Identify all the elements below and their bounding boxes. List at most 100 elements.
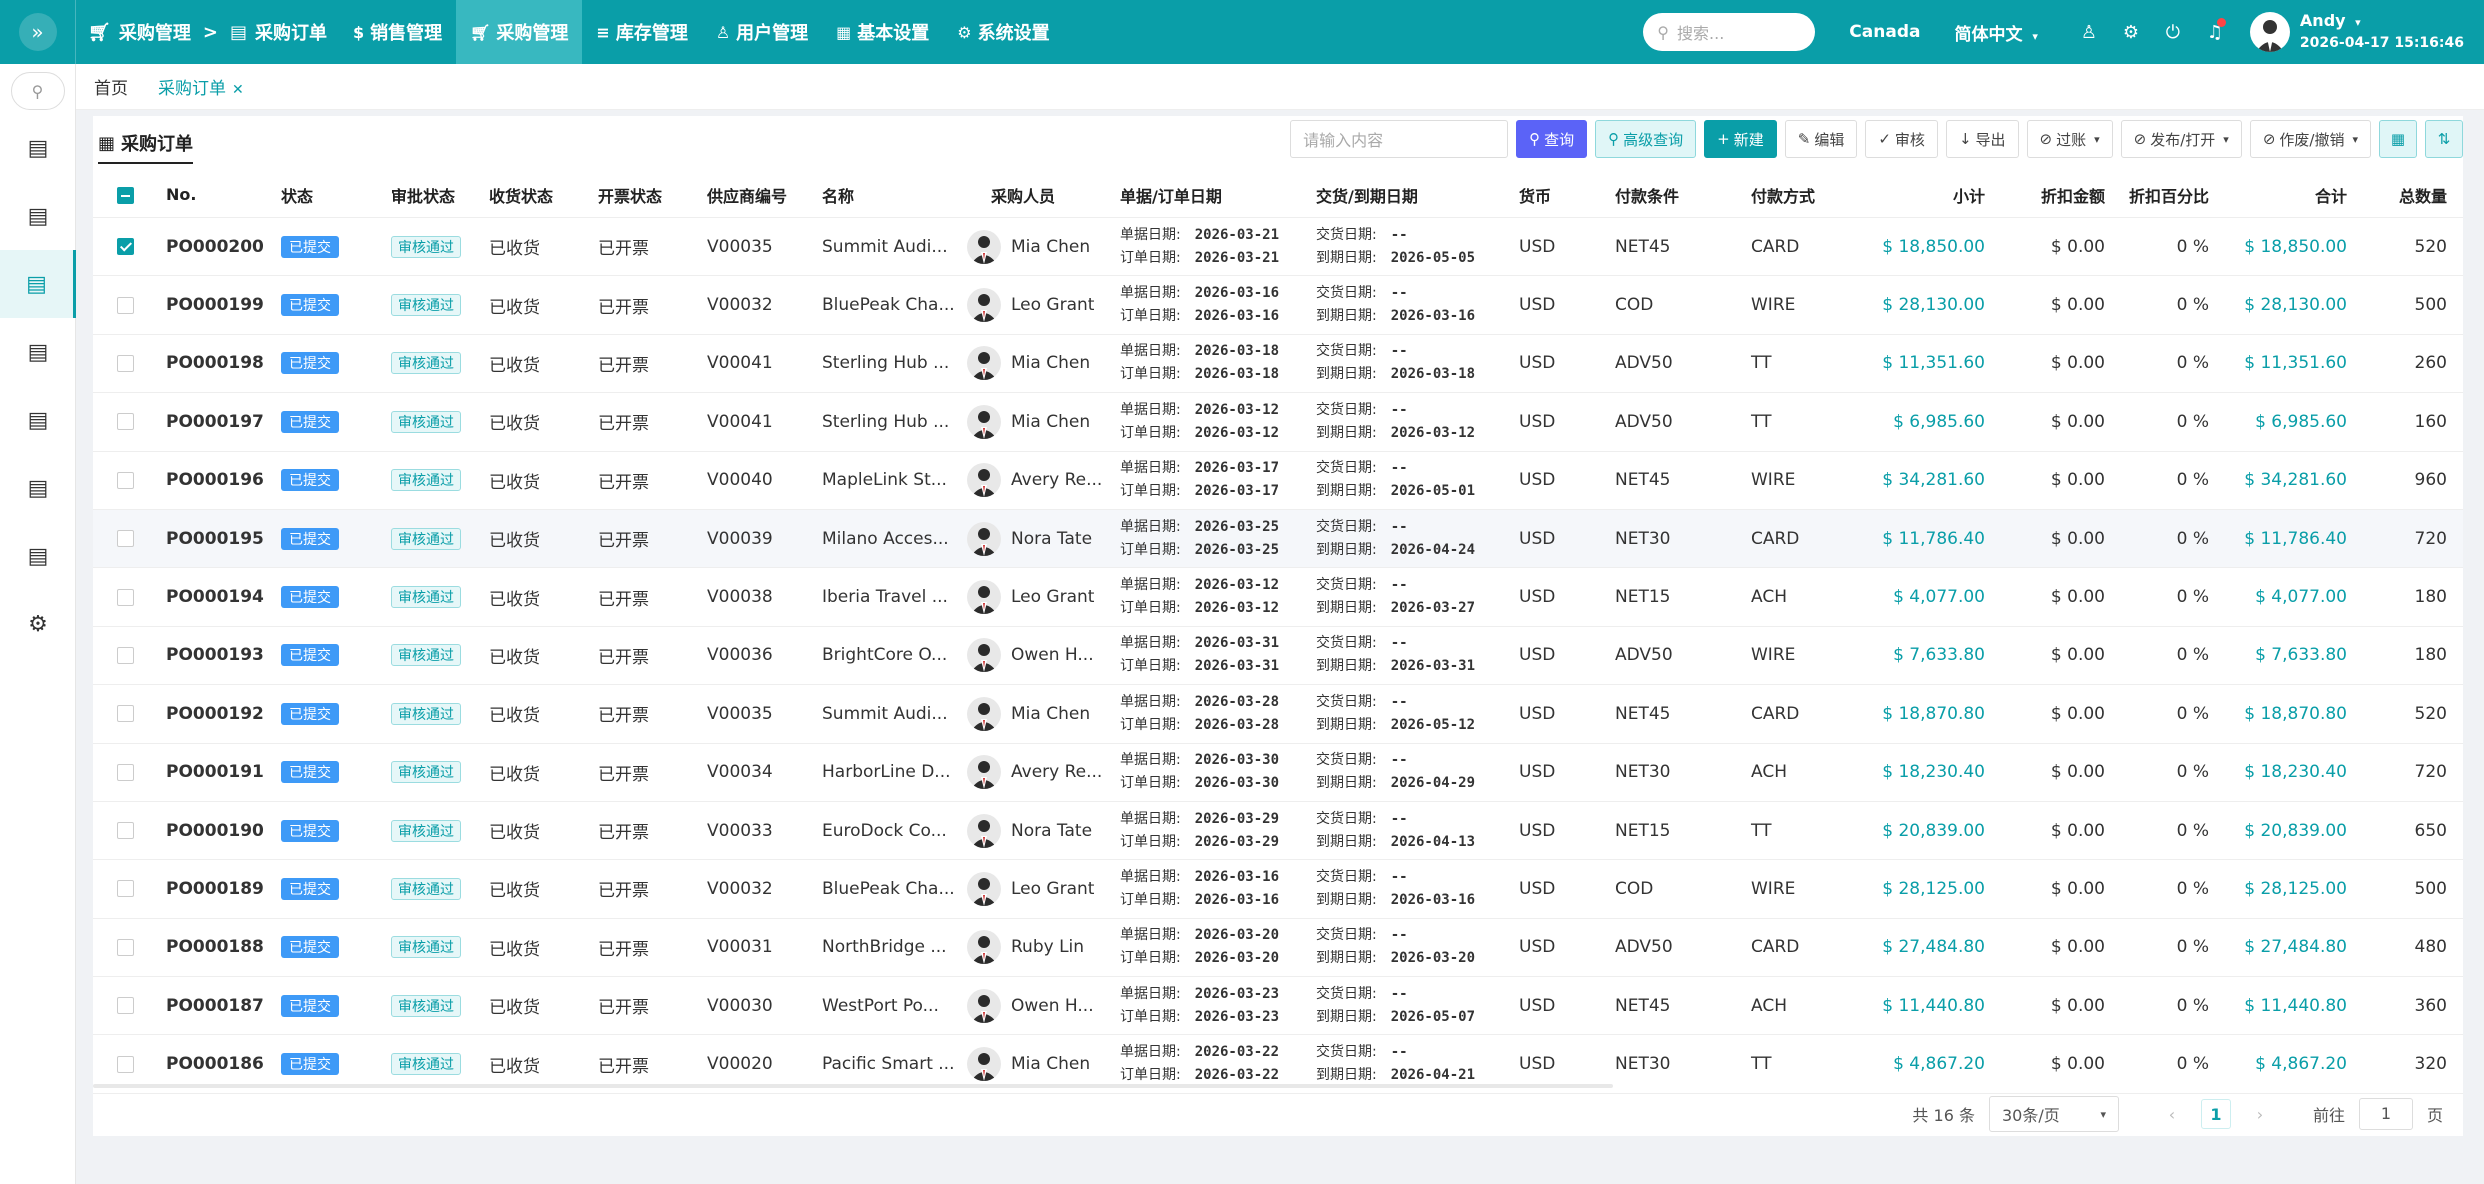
- row-checkbox[interactable]: [93, 937, 160, 957]
- table-row[interactable]: PO000190 已提交 审核通过 已收货 已开票 V00033 EuroDoc…: [93, 802, 2463, 861]
- settings-icon[interactable]: ⚙: [2110, 22, 2152, 43]
- audit-button[interactable]: ✓ 审核: [1865, 120, 1938, 158]
- sidebar-item-doc-6[interactable]: ▤: [0, 454, 76, 522]
- sidebar-item-purchase-order[interactable]: ▤: [0, 250, 76, 318]
- nav-sales[interactable]: $ 销售管理: [339, 0, 456, 64]
- table-row[interactable]: PO000191 已提交 审核通过 已收货 已开票 V00034 HarborL…: [93, 744, 2463, 802]
- table-row[interactable]: PO000199 已提交 审核通过 已收货 已开票 V00032 BluePea…: [93, 276, 2463, 335]
- row-checkbox[interactable]: [93, 996, 160, 1016]
- tab-home[interactable]: 首页: [94, 74, 128, 99]
- global-search-input[interactable]: ⚲ 搜索...: [1643, 13, 1816, 51]
- sidebar-item-doc-4[interactable]: ▤: [0, 318, 76, 386]
- new-button[interactable]: + 新建: [1704, 120, 1777, 158]
- sidebar-item-doc-5[interactable]: ▤: [0, 386, 76, 454]
- breadcrumb-item-order[interactable]: 采购订单: [255, 19, 327, 45]
- horizontal-scrollbar[interactable]: [93, 1084, 1613, 1088]
- sidebar-item-doc-7[interactable]: ▤: [0, 522, 76, 590]
- prev-page-button[interactable]: ‹: [2157, 1105, 2187, 1124]
- header-receipt[interactable]: 收货状态: [483, 183, 592, 207]
- table-row[interactable]: PO000200 已提交 审核通过 已收货 已开票 V00035 Summit …: [93, 218, 2463, 277]
- edit-button[interactable]: ✎ 编辑: [1784, 120, 1858, 158]
- header-buyer[interactable]: 采购人员: [961, 183, 1114, 207]
- cell-no[interactable]: PO000195: [160, 529, 275, 549]
- header-method[interactable]: 付款方式: [1745, 183, 1869, 207]
- header-vendor[interactable]: 供应商编号: [701, 183, 816, 207]
- header-due-date[interactable]: 交货/到期日期: [1310, 183, 1513, 207]
- table-row[interactable]: PO000197 已提交 审核通过 已收货 已开票 V00041 Sterlin…: [93, 393, 2463, 452]
- sort-button[interactable]: ⇅: [2425, 120, 2463, 158]
- header-no[interactable]: No.: [160, 185, 275, 204]
- row-checkbox[interactable]: [93, 295, 160, 315]
- cell-no[interactable]: PO000199: [160, 295, 275, 315]
- table-row[interactable]: PO000188 已提交 审核通过 已收货 已开票 V00031 NorthBr…: [93, 919, 2463, 978]
- table-row[interactable]: PO000198 已提交 审核通过 已收货 已开票 V00041 Sterlin…: [93, 335, 2463, 394]
- header-subtotal[interactable]: 小计: [1869, 183, 1989, 207]
- header-status[interactable]: 状态: [275, 183, 385, 207]
- header-name[interactable]: 名称: [816, 183, 961, 207]
- row-checkbox[interactable]: [93, 879, 160, 899]
- cell-no[interactable]: PO000189: [160, 879, 275, 899]
- keyword-input[interactable]: 请输入内容: [1290, 120, 1509, 158]
- advanced-query-button[interactable]: ⚲ 高级查询: [1595, 120, 1697, 158]
- table-row[interactable]: PO000196 已提交 审核通过 已收货 已开票 V00040 MapleLi…: [93, 452, 2463, 510]
- sidebar-item-doc-1[interactable]: ▤: [0, 114, 76, 182]
- table-row[interactable]: PO000195 已提交 审核通过 已收货 已开票 V00039 Milano …: [93, 509, 2463, 569]
- cell-no[interactable]: PO000191: [160, 762, 275, 782]
- cell-no[interactable]: PO000194: [160, 587, 275, 607]
- grid-view-button[interactable]: ▦: [2379, 120, 2417, 158]
- cell-no[interactable]: PO000186: [160, 1054, 275, 1074]
- query-button[interactable]: ⚲ 查询: [1516, 120, 1588, 158]
- row-checkbox[interactable]: [93, 704, 160, 724]
- row-checkbox[interactable]: [93, 237, 160, 257]
- nav-system-settings[interactable]: ⚙ 系统设置: [943, 0, 1063, 64]
- header-qty[interactable]: 总数量: [2351, 183, 2461, 207]
- sidebar-item-settings[interactable]: ⚙: [0, 590, 76, 658]
- language-selector[interactable]: 简体中文 ▾: [1954, 20, 2037, 45]
- nav-users[interactable]: ♙ 用户管理: [702, 0, 822, 64]
- post-button[interactable]: ⊘ 过账 ▾: [2026, 120, 2113, 158]
- close-icon[interactable]: ✕: [232, 82, 244, 98]
- table-row[interactable]: PO000187 已提交 审核通过 已收货 已开票 V00030 WestPor…: [93, 977, 2463, 1036]
- export-button[interactable]: ↓ 导出: [1945, 120, 2019, 158]
- page-number-current[interactable]: 1: [2200, 1099, 2231, 1129]
- header-discount-pct[interactable]: 折扣百分比: [2109, 183, 2213, 207]
- header-total[interactable]: 合计: [2213, 183, 2351, 207]
- nav-purchase[interactable]: 🛒︎ 采购管理: [456, 0, 583, 64]
- region-selector[interactable]: Canada: [1849, 22, 1920, 42]
- page-size-select[interactable]: 30条/页 ▾: [1988, 1096, 2119, 1132]
- cell-no[interactable]: PO000198: [160, 353, 275, 373]
- cell-no[interactable]: PO000187: [160, 996, 275, 1016]
- nav-inventory[interactable]: ≡ 库存管理: [582, 0, 701, 64]
- sidebar-toggle[interactable]: »: [0, 0, 76, 64]
- cell-no[interactable]: PO000200: [160, 237, 275, 257]
- breadcrumb-item-purchase[interactable]: 采购管理: [119, 19, 191, 45]
- void-button[interactable]: ⊘ 作废/撤销 ▾: [2249, 120, 2371, 158]
- cell-no[interactable]: PO000197: [160, 412, 275, 432]
- nav-basic-settings[interactable]: ▦ 基本设置: [822, 0, 943, 64]
- table-row[interactable]: PO000193 已提交 审核通过 已收货 已开票 V00036 BrightC…: [93, 627, 2463, 686]
- row-checkbox[interactable]: [93, 353, 160, 373]
- cell-no[interactable]: PO000188: [160, 937, 275, 957]
- header-doc-date[interactable]: 单据/订单日期: [1114, 183, 1310, 207]
- row-checkbox[interactable]: [93, 821, 160, 841]
- cell-no[interactable]: PO000190: [160, 821, 275, 841]
- header-invoice[interactable]: 开票状态: [592, 183, 701, 207]
- profile-icon[interactable]: ♙: [2068, 22, 2110, 43]
- cell-no[interactable]: PO000196: [160, 470, 275, 490]
- sidebar-search-button[interactable]: ⚲: [10, 72, 65, 110]
- row-checkbox[interactable]: [93, 470, 160, 490]
- header-discount[interactable]: 折扣金额: [1989, 183, 2109, 207]
- table-row[interactable]: PO000194 已提交 审核通过 已收货 已开票 V00038 Iberia …: [93, 568, 2463, 627]
- row-checkbox[interactable]: [93, 762, 160, 782]
- row-checkbox[interactable]: [93, 645, 160, 665]
- publish-button[interactable]: ⊘ 发布/打开 ▾: [2120, 120, 2242, 158]
- cell-no[interactable]: PO000192: [160, 704, 275, 724]
- row-checkbox[interactable]: [93, 412, 160, 432]
- tab-purchase-order[interactable]: 采购订单 ✕: [158, 74, 244, 99]
- select-all-checkbox[interactable]: [93, 185, 160, 204]
- power-icon[interactable]: ⏻: [2152, 22, 2194, 43]
- table-row[interactable]: PO000192 已提交 审核通过 已收货 已开票 V00035 Summit …: [93, 685, 2463, 744]
- header-terms[interactable]: 付款条件: [1609, 183, 1745, 207]
- bell-icon[interactable]: ♫: [2194, 17, 2236, 43]
- next-page-button[interactable]: ›: [2245, 1105, 2275, 1124]
